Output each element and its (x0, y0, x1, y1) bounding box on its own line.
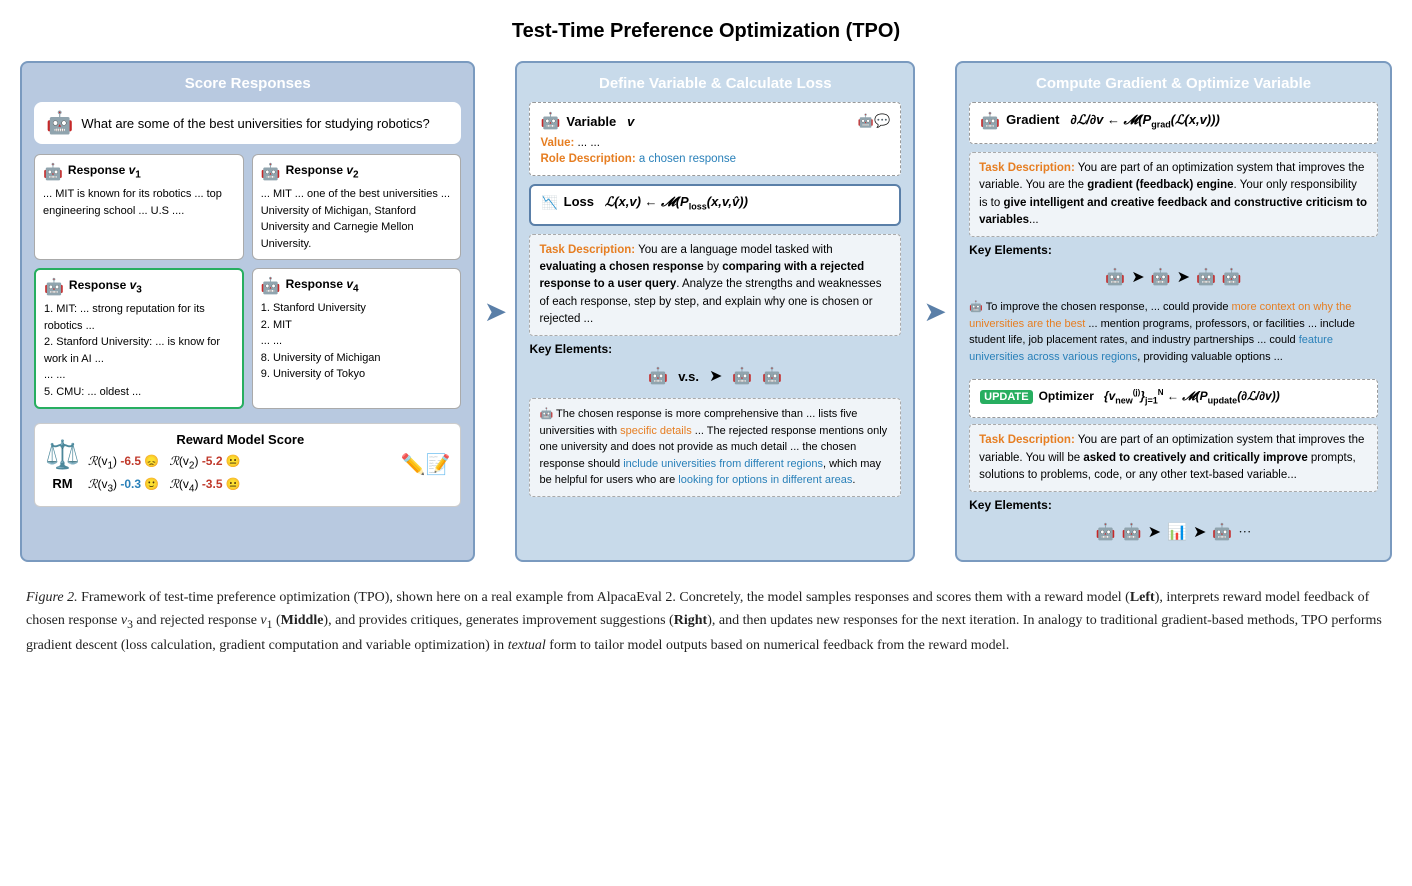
fig-label: Figure 2. (26, 590, 78, 605)
grad-arrow-1: ➤ (1131, 267, 1144, 287)
opt-robot-1: 🤖 (1096, 522, 1116, 542)
var-status-icon: 🤖💬 (858, 113, 890, 129)
opt-robot-3: 🤖 (1212, 522, 1232, 542)
question-text: What are some of the best universities f… (81, 116, 429, 131)
rejected-robot-icon: 🤖 (732, 366, 752, 386)
response-header-v4: 🤖 Response v4 (261, 276, 453, 296)
resp3-robot-icon: 🤖 (44, 277, 64, 297)
caption-middle-bold: Middle (281, 613, 324, 628)
gradient-icons-row: 🤖 ➤ 🤖 ➤ 🤖 🤖 (969, 267, 1378, 287)
reward-title: Reward Model Score (88, 432, 393, 447)
response-card-v2: 🤖 Response v2 ... MIT ... one of the bes… (252, 154, 462, 260)
key-elements-label-loss: Key Elements: (529, 342, 901, 356)
update-badge: UPDATE (980, 390, 1032, 404)
opt-dots: ··· (1238, 524, 1251, 540)
question-robot-icon: 🤖 (46, 110, 73, 136)
optimizer-box: UPDATE Optimizer {vnew(j)}j=1N ← 𝓜(Pupda… (969, 379, 1378, 418)
arrow-left-to-middle: ➤ (475, 61, 515, 562)
key-elements-label-optimizer: Key Elements: (969, 498, 1378, 512)
grad-robot-2: 🤖 (1151, 267, 1171, 287)
resp1-robot-icon: 🤖 (43, 162, 63, 182)
middle-panel-title: Define Variable & Calculate Loss (529, 75, 901, 92)
reward-section: ⚖️ RM Reward Model Score ℛ(v1) -6.5 😞 ℛ(… (34, 423, 461, 507)
left-panel-title: Score Responses (34, 75, 461, 92)
arrow-icon-1: ➤ (484, 295, 507, 329)
response-text-v1: ... MIT is known for its robotics ... to… (43, 186, 235, 219)
caption-right-bold: Right (674, 613, 707, 628)
vs-label: v.s. (678, 369, 699, 384)
reward-scores: ℛ(v1) -6.5 😞 ℛ(v2) -5.2 😐 ℛ(v3) -0.3 🙂 ℛ… (88, 451, 393, 498)
variable-header: 🤖 Variable v 🤖💬 (540, 111, 890, 131)
loss-box: 📉 Loss ℒ(x,v) ← 𝓜(Ploss(x,v,v̂)) (529, 184, 901, 226)
grad-arrow-2: ➤ (1177, 267, 1190, 287)
loss-header: 📉 Loss ℒ(x,v) ← 𝓜(Ploss(x,v,v̂)) (541, 194, 889, 212)
caption-left-bold: Left (1130, 590, 1155, 605)
arrow-icon-2: ➤ (923, 295, 946, 329)
grad-robot-4: 🤖 (1222, 267, 1242, 287)
resp2-robot-icon: 🤖 (261, 162, 281, 182)
response-header-v3: 🤖 Response v3 (44, 277, 234, 297)
arrow-middle-to-right: ➤ (915, 61, 955, 562)
response-card-v1: 🤖 Response v1 ... MIT is known for its r… (34, 154, 244, 260)
optimizer-icons-row: 🤖 🤖 ➤ 📊 ➤ 🤖 ··· (969, 522, 1378, 542)
variable-value: Value: ... ... Role Description: a chose… (540, 135, 890, 167)
right-panel: Compute Gradient & Optimize Variable 🤖 G… (955, 61, 1392, 562)
key-elements-label-gradient: Key Elements: (969, 243, 1378, 257)
score-v3: -0.3 (120, 477, 141, 491)
grad-robot-3: 🤖 (1196, 267, 1216, 287)
task-desc-gradient: Task Description: You are part of an opt… (969, 152, 1378, 237)
loss-chart-icon: 📉 (541, 195, 557, 211)
var-robot-icon: 🤖 (540, 111, 560, 131)
opt-arrow-2: ➤ (1193, 522, 1206, 542)
score-v1: -6.5 (120, 454, 141, 468)
resp4-robot-icon: 🤖 (261, 276, 281, 296)
result-robot-icon: 🤖 (762, 366, 782, 386)
opt-chart-icon: 📊 (1167, 522, 1187, 542)
response-text-v4: 1. Stanford University 2. MIT ... ... 8.… (261, 300, 453, 383)
vs-section: 🤖 v.s. ➤ 🤖 🤖 (529, 366, 901, 386)
score-row-2: ℛ(v3) -0.3 🙂 ℛ(v4) -3.5 😐 (88, 474, 393, 497)
response-text-v2: ... MIT ... one of the best universities… (261, 186, 453, 252)
grad-robot-1: 🤖 (1105, 267, 1125, 287)
left-panel: Score Responses 🤖 What are some of the b… (20, 61, 475, 562)
chosen-feedback: 🤖 The chosen response is more comprehens… (529, 398, 901, 497)
variable-box: 🤖 Variable v 🤖💬 Value: ... ... Role Desc… (529, 102, 901, 176)
middle-panel: Define Variable & Calculate Loss 🤖 Varia… (515, 61, 915, 562)
question-box: 🤖 What are some of the best universities… (34, 102, 461, 144)
task-desc-optimizer: Task Description: You are part of an opt… (969, 424, 1378, 492)
right-panel-title: Compute Gradient & Optimize Variable (969, 75, 1378, 92)
caption-text-3: ), and provides critiques, generates imp… (323, 613, 673, 628)
opt-arrow: ➤ (1148, 522, 1161, 542)
gradient-robot-icon: 🤖 (980, 111, 1000, 131)
page-title: Test-Time Preference Optimization (TPO) (20, 20, 1392, 43)
gradient-box: 🤖 Gradient ∂ℒ/∂v ← 𝓜(Pgrad(ℒ(x,v))) (969, 102, 1378, 144)
responses-grid: 🤖 Response v1 ... MIT is known for its r… (34, 154, 461, 409)
response-text-v3: 1. MIT: ... strong reputation for its ro… (44, 301, 234, 400)
improvement-text: 🤖 To improve the chosen response, ... co… (969, 299, 1378, 365)
arrow-vs-icon: ➤ (709, 366, 722, 386)
diagram-container: Score Responses 🤖 What are some of the b… (20, 61, 1392, 562)
gradient-header: 🤖 Gradient ∂ℒ/∂v ← 𝓜(Pgrad(ℒ(x,v))) (980, 111, 1367, 131)
caption-text-1: Framework of test-time preference optimi… (81, 590, 1130, 605)
response-header-v2: 🤖 Response v2 (261, 162, 453, 182)
opt-robot-2: 🤖 (1122, 522, 1142, 542)
chosen-robot-icon: 🤖 (648, 366, 668, 386)
pencil-icon: ✏️📝 (401, 452, 451, 477)
task-desc-loss: Task Description: You are a language mod… (529, 234, 901, 336)
response-header-v1: 🤖 Response v1 (43, 162, 235, 182)
caption: Figure 2. Framework of test-time prefere… (26, 586, 1386, 657)
scale-icon: ⚖️ (45, 438, 80, 472)
optimizer-header: UPDATE Optimizer {vnew(j)}j=1N ← 𝓜(Pupda… (980, 388, 1367, 405)
score-v4: -3.5 (202, 477, 223, 491)
rm-label: RM (52, 476, 72, 491)
response-card-v4: 🤖 Response v4 1. Stanford University 2. … (252, 268, 462, 409)
score-row-1: ℛ(v1) -6.5 😞 ℛ(v2) -5.2 😐 (88, 451, 393, 474)
response-card-v3: 🤖 Response v3 1. MIT: ... strong reputat… (34, 268, 244, 409)
score-v2: -5.2 (202, 454, 223, 468)
